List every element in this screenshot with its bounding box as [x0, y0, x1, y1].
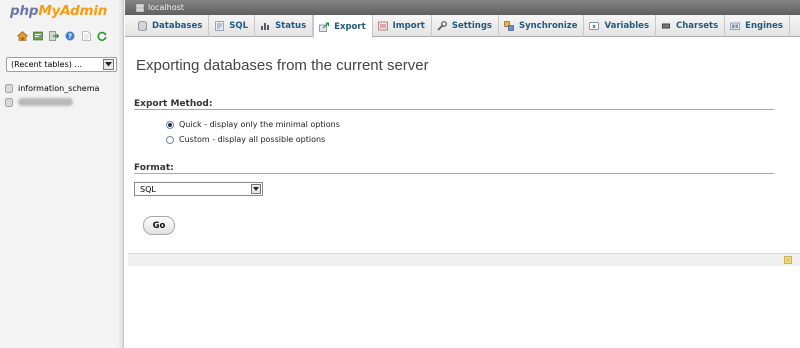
- custom-radio[interactable]: [166, 135, 174, 144]
- svg-text:x: x: [593, 24, 597, 30]
- tab-label: Settings: [451, 21, 492, 31]
- chevron-down-icon: [251, 184, 261, 194]
- svg-text:?: ?: [68, 32, 72, 40]
- tab-label: Import: [392, 21, 425, 31]
- format-select[interactable]: SQL: [134, 182, 263, 196]
- tab-label: Charsets: [676, 21, 719, 31]
- recent-tables-select[interactable]: (Recent tables) ...: [6, 57, 117, 72]
- format-selected-value: SQL: [140, 184, 156, 194]
- quick-radio[interactable]: [166, 120, 174, 129]
- database-name[interactable]: information_schema: [18, 84, 99, 93]
- export-icon: [319, 21, 330, 32]
- tab-databases[interactable]: Databases: [132, 15, 210, 37]
- chevron-down-icon: [103, 59, 114, 70]
- format-legend: Format:: [134, 163, 174, 173]
- go-button[interactable]: Go: [143, 216, 175, 235]
- export-method-custom-option[interactable]: Custom - display all possible options: [166, 135, 325, 144]
- database-icon[interactable]: [5, 97, 13, 107]
- redacted-database-name[interactable]: [18, 98, 73, 106]
- logo-php-text: php: [10, 3, 39, 19]
- tab-label: Export: [334, 21, 366, 32]
- tab-charsets[interactable]: Charsets: [656, 15, 726, 37]
- phpmyadmin-logo[interactable]: phpMyAdmin: [10, 3, 107, 19]
- database-icon: [137, 21, 147, 31]
- charsets-icon: [661, 21, 671, 31]
- format-divider: [134, 173, 774, 174]
- sql-window-icon[interactable]: [32, 30, 44, 41]
- sql-icon: [214, 21, 224, 31]
- database-icon[interactable]: [5, 83, 13, 93]
- tab-engines[interactable]: Engines: [725, 15, 790, 37]
- home-icon[interactable]: [16, 30, 28, 41]
- server-tab-menu: Databases SQL Status Export Import Setti…: [125, 15, 800, 38]
- page-title: Exporting databases from the current ser…: [136, 57, 429, 74]
- logout-icon[interactable]: [48, 30, 60, 41]
- custom-option-label[interactable]: Custom - display all possible options: [179, 135, 325, 144]
- tab-import[interactable]: Import: [373, 15, 432, 37]
- tab-label: Databases: [152, 21, 203, 31]
- tab-export[interactable]: Export: [313, 15, 373, 38]
- tab-label: SQL: [229, 21, 249, 31]
- server-icon: [136, 3, 144, 12]
- tab-label: Engines: [745, 21, 783, 31]
- quick-option-label[interactable]: Quick - display only the minimal options: [179, 120, 340, 129]
- database-item-information-schema[interactable]: information_schema: [5, 81, 99, 95]
- status-icon: [260, 21, 270, 31]
- tab-variables[interactable]: x Variables: [584, 15, 656, 37]
- help-icon[interactable]: ?: [64, 30, 76, 41]
- variables-icon: x: [589, 21, 600, 31]
- navigation-icon-bar: ?: [16, 30, 108, 41]
- export-method-quick-option[interactable]: Quick - display only the minimal options: [166, 120, 340, 129]
- logo-myadmin-text: MyAdmin: [38, 3, 108, 19]
- tab-settings[interactable]: Settings: [432, 15, 499, 37]
- database-item-redacted[interactable]: [5, 95, 99, 109]
- notes-icon[interactable]: [784, 256, 792, 264]
- tab-label: Variables: [604, 21, 649, 31]
- reload-icon[interactable]: [96, 30, 108, 41]
- server-breadcrumb: localhost: [125, 0, 800, 15]
- tab-sql[interactable]: SQL: [209, 15, 256, 37]
- server-name[interactable]: localhost: [148, 3, 184, 12]
- database-tree: information_schema: [5, 81, 99, 109]
- tab-synchronize[interactable]: Synchronize: [499, 15, 585, 37]
- export-method-divider: [134, 109, 774, 110]
- import-icon: [377, 21, 388, 31]
- settings-icon: [437, 21, 447, 31]
- tab-label: Synchronize: [518, 21, 578, 31]
- engines-icon: [730, 21, 740, 31]
- export-method-legend: Export Method:: [134, 99, 213, 109]
- radio-selected-dot: [168, 122, 172, 127]
- docs-icon[interactable]: [80, 30, 92, 41]
- navigation-pane: phpMyAdmin ? (Recent tables) ... informa…: [0, 0, 124, 348]
- recent-tables-label: (Recent tables) ...: [11, 60, 83, 69]
- tab-label: Status: [275, 21, 307, 31]
- synchronize-icon: [504, 21, 514, 31]
- tab-status[interactable]: Status: [255, 15, 314, 37]
- console-footer-bar: [128, 253, 800, 266]
